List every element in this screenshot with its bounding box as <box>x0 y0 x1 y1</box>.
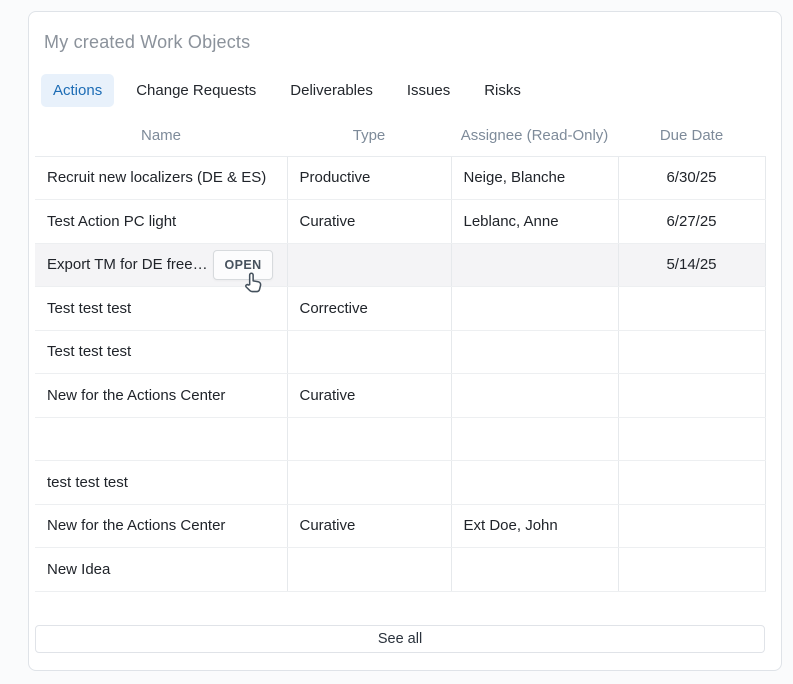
cell-type: Curative <box>287 504 451 548</box>
cell-name: Test Action PC light <box>35 200 287 244</box>
column-header-due-date: Due Date <box>618 116 765 156</box>
column-header-type: Type <box>287 116 451 156</box>
cell-due-date <box>618 504 765 548</box>
see-all-button[interactable]: See all <box>35 625 765 653</box>
cell-due-date <box>618 461 765 505</box>
table-row[interactable]: Recruit new localizers (DE & ES) Product… <box>35 156 765 200</box>
card-title: My created Work Objects <box>44 32 250 53</box>
cell-name: Test test test <box>35 287 287 331</box>
cell-assignee <box>451 548 618 592</box>
cell-name: New for the Actions Center <box>35 504 287 548</box>
cell-due-date <box>618 287 765 331</box>
tab-risks[interactable]: Risks <box>472 74 533 107</box>
my-created-work-objects-card: My created Work Objects Actions Change R… <box>28 11 782 671</box>
table-row[interactable]: Test test test Corrective <box>35 287 765 331</box>
page: My created Work Objects Actions Change R… <box>0 0 793 684</box>
cell-name: test test test <box>35 461 287 505</box>
cell-name-text: Export TM for DE free… <box>47 256 208 273</box>
tab-issues[interactable]: Issues <box>395 74 462 107</box>
table-row[interactable]: New Idea <box>35 548 765 592</box>
open-button[interactable]: OPEN <box>213 250 272 280</box>
tab-strip: Actions Change Requests Deliverables Iss… <box>41 74 533 107</box>
cell-type <box>287 243 451 287</box>
cell-name: New Idea <box>35 548 287 592</box>
cell-name <box>35 417 287 461</box>
cell-name: Export TM for DE free… OPEN <box>35 243 287 287</box>
cell-assignee <box>451 461 618 505</box>
cell-assignee <box>451 287 618 331</box>
cell-assignee <box>451 243 618 287</box>
cell-type: Corrective <box>287 287 451 331</box>
table-row-empty[interactable] <box>35 417 765 461</box>
cell-type: Productive <box>287 156 451 200</box>
cell-type <box>287 461 451 505</box>
cell-assignee <box>451 374 618 418</box>
table-row[interactable]: test test test <box>35 461 765 505</box>
cell-due-date <box>618 417 765 461</box>
table-header-row: Name Type Assignee (Read-Only) Due Date <box>35 116 765 156</box>
cell-type: Curative <box>287 374 451 418</box>
table-row[interactable]: Test test test <box>35 330 765 374</box>
cell-type: Curative <box>287 200 451 244</box>
cell-type <box>287 548 451 592</box>
table-row[interactable]: New for the Actions Center Curative <box>35 374 765 418</box>
cell-assignee: Neige, Blanche <box>451 156 618 200</box>
table-row-hovered[interactable]: Export TM for DE free… OPEN 5/14/25 <box>35 243 765 287</box>
cell-type <box>287 417 451 461</box>
cell-assignee: Leblanc, Anne <box>451 200 618 244</box>
cell-due-date <box>618 330 765 374</box>
tab-change-requests[interactable]: Change Requests <box>124 74 268 107</box>
work-objects-table: Name Type Assignee (Read-Only) Due Date … <box>35 116 766 592</box>
cell-due-date: 6/30/25 <box>618 156 765 200</box>
tab-deliverables[interactable]: Deliverables <box>278 74 385 107</box>
cell-assignee <box>451 330 618 374</box>
table-row[interactable]: New for the Actions Center Curative Ext … <box>35 504 765 548</box>
column-header-name: Name <box>35 116 287 156</box>
cell-due-date <box>618 374 765 418</box>
cell-due-date: 5/14/25 <box>618 243 765 287</box>
column-header-assignee: Assignee (Read-Only) <box>451 116 618 156</box>
tab-actions[interactable]: Actions <box>41 74 114 107</box>
cell-assignee <box>451 417 618 461</box>
cell-assignee: Ext Doe, John <box>451 504 618 548</box>
cell-due-date <box>618 548 765 592</box>
cell-due-date: 6/27/25 <box>618 200 765 244</box>
cell-name: Recruit new localizers (DE & ES) <box>35 156 287 200</box>
table-row[interactable]: Test Action PC light Curative Leblanc, A… <box>35 200 765 244</box>
cell-name: Test test test <box>35 330 287 374</box>
cell-name: New for the Actions Center <box>35 374 287 418</box>
cell-type <box>287 330 451 374</box>
